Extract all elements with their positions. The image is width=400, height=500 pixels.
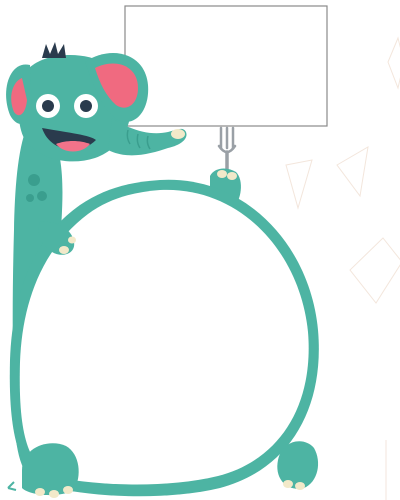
illustration-canvas (0, 0, 400, 500)
deco-triangle-right (336, 146, 369, 198)
sign-board (124, 5, 328, 127)
hair-tuft (42, 42, 66, 58)
deco-diamond (349, 237, 400, 304)
elephant-illustration (6, 5, 400, 500)
right-foot (277, 441, 319, 490)
deco-diamond-top (387, 36, 400, 90)
deco-triangle-left (285, 159, 313, 210)
